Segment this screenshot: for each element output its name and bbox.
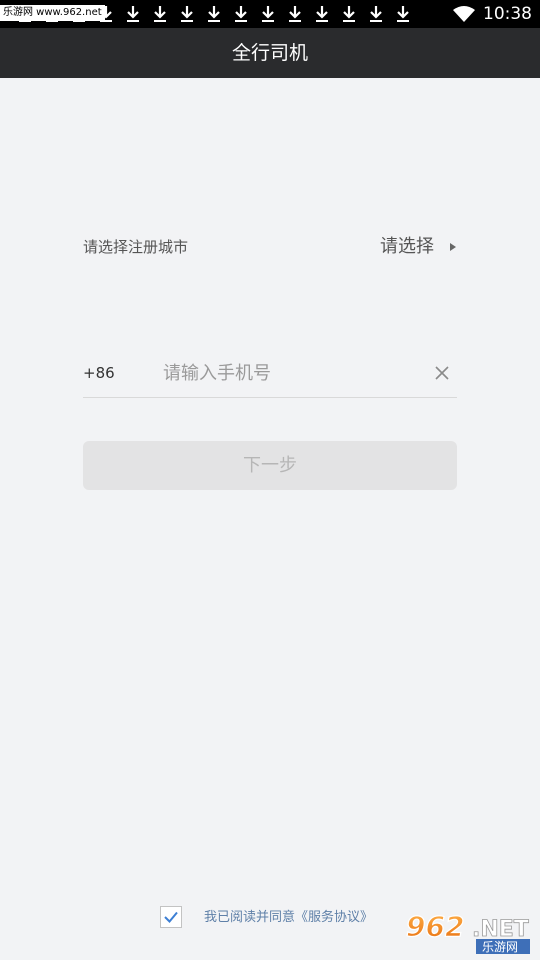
city-label: 请选择注册城市 xyxy=(83,238,189,256)
triangle-right-icon xyxy=(450,243,456,251)
download-arrow-icon xyxy=(174,4,201,24)
svg-text:962: 962 xyxy=(406,910,464,943)
download-arrow-icon xyxy=(363,4,390,24)
city-select-value[interactable]: 请选择 xyxy=(380,228,434,266)
download-arrow-icon xyxy=(390,4,417,24)
status-right: 10:38 xyxy=(453,0,532,28)
download-arrow-icon xyxy=(309,4,336,24)
checkmark-icon xyxy=(164,911,178,923)
agreement-link[interactable]: 我已阅读并同意《服务协议》 xyxy=(204,906,373,930)
country-code[interactable]: +86 xyxy=(83,350,115,396)
svg-text:.NET: .NET xyxy=(472,917,529,942)
phone-input-row: +86 xyxy=(83,350,457,398)
status-clock: 10:38 xyxy=(483,4,532,24)
next-button[interactable]: 下一步 xyxy=(83,441,457,490)
download-arrow-icon xyxy=(255,4,282,24)
svg-text:乐游网: 乐游网 xyxy=(482,940,518,954)
download-arrow-icon xyxy=(282,4,309,24)
city-select-row[interactable]: 请选择注册城市 请选择 xyxy=(83,228,458,266)
agreement-checkbox[interactable] xyxy=(160,906,182,928)
download-arrow-icon xyxy=(336,4,363,24)
phone-input[interactable] xyxy=(163,356,413,390)
title-bar: 全行司机 xyxy=(0,28,540,78)
page-title: 全行司机 xyxy=(231,42,308,64)
download-arrow-icon xyxy=(201,4,228,24)
close-icon[interactable] xyxy=(433,364,451,382)
site-logo: 962 .NET 乐游网 xyxy=(405,909,530,954)
wifi-icon xyxy=(453,6,475,22)
download-arrow-icon xyxy=(228,4,255,24)
watermark-label: 乐游网 www.962.net xyxy=(0,5,105,21)
download-arrow-icon xyxy=(120,4,147,24)
status-bar: 乐游网 www.962.net 10:38 xyxy=(0,0,540,28)
download-arrow-icon xyxy=(147,4,174,24)
